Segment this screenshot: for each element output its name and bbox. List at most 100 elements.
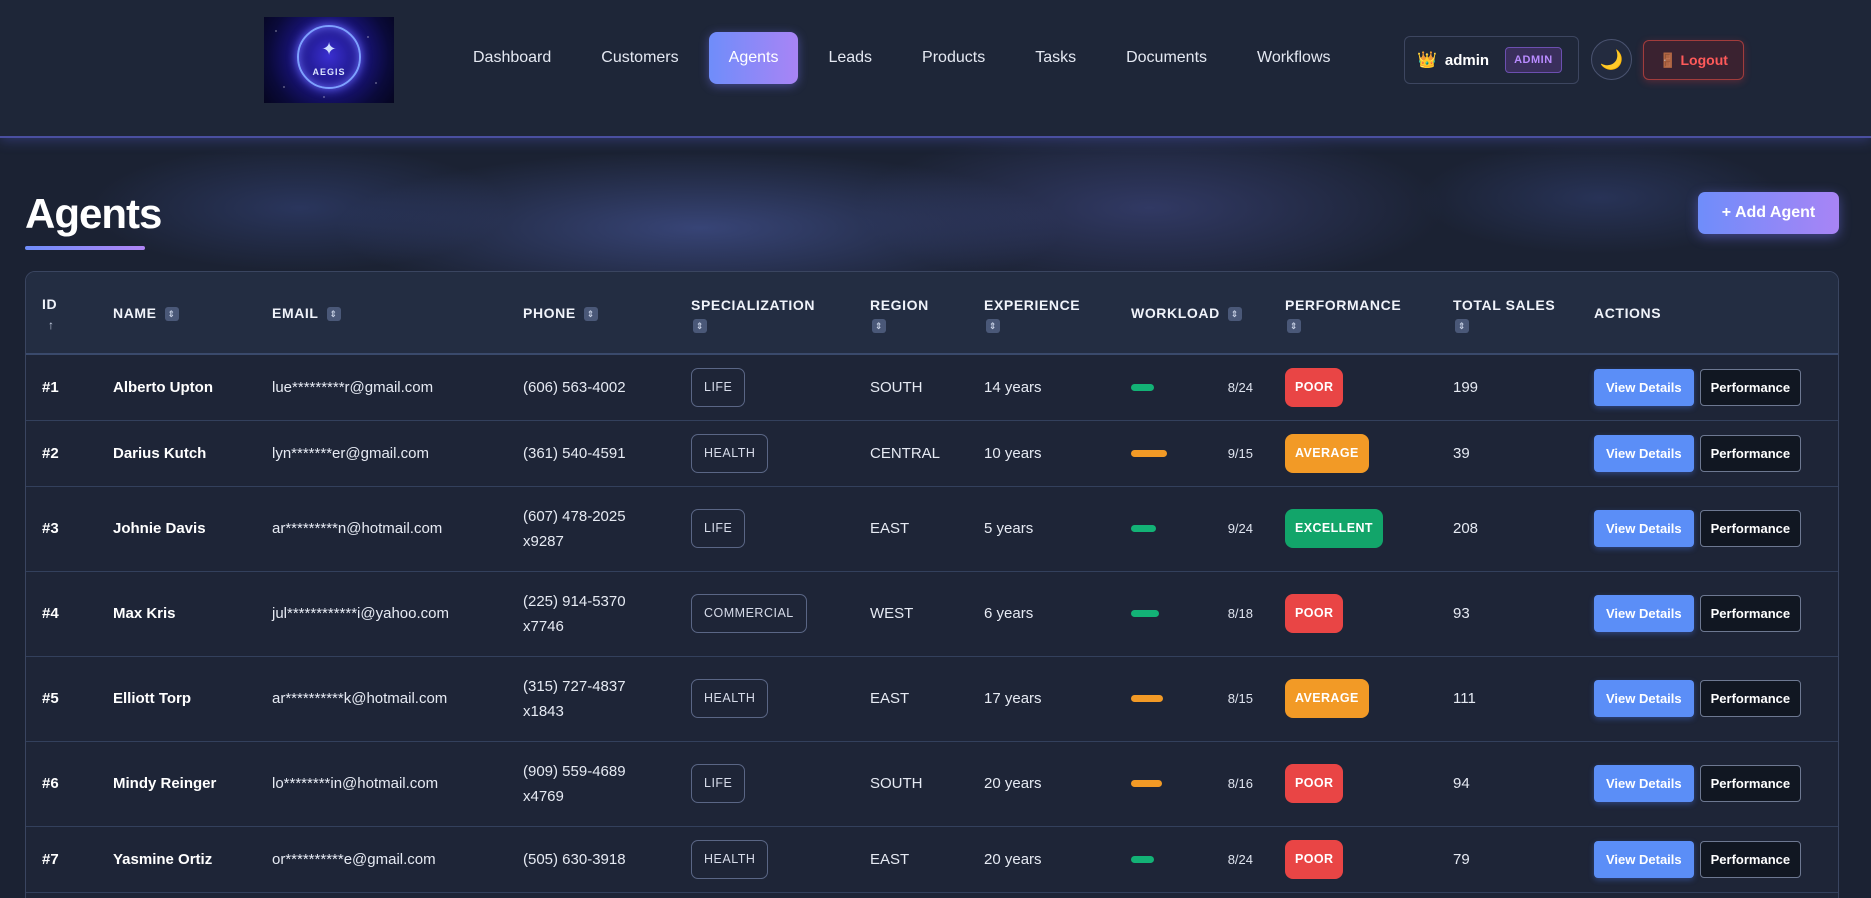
user-info[interactable]: 👑 admin ADMIN <box>1404 36 1579 84</box>
nav-products[interactable]: Products <box>897 32 1010 84</box>
col-specialization[interactable]: SPECIALIZATION ⇕ <box>675 272 854 354</box>
sort-icon[interactable]: ⇕ <box>1227 306 1242 321</box>
performance-button[interactable]: Performance <box>1699 840 1802 878</box>
workload-bar <box>1131 610 1159 617</box>
agent-email: or**********e@gmail.com <box>272 850 436 868</box>
nav-customers[interactable]: Customers <box>576 32 703 84</box>
title-underline <box>25 246 145 250</box>
nav-workflows[interactable]: Workflows <box>1232 32 1356 84</box>
specialization-badge: HEALTH <box>691 679 769 718</box>
view-details-button[interactable]: View Details <box>1594 680 1694 717</box>
agent-experience: 10 years <box>984 444 1042 462</box>
performance-button[interactable]: Performance <box>1699 434 1802 472</box>
workload-bar <box>1131 780 1162 787</box>
table-row: #2 Darius Kutch lyn*******er@gmail.com (361… <box>26 420 1838 486</box>
nav-agents[interactable]: Agents <box>708 32 799 84</box>
table-row: #7 Yasmine Ortiz or**********e@gmail.com (5… <box>26 826 1838 892</box>
specialization-badge: LIFE <box>691 764 746 803</box>
agent-name: Max Kris <box>113 605 176 622</box>
agent-region: EAST <box>870 520 910 537</box>
workload-bar <box>1131 383 1154 391</box>
agent-total-sales: 111 <box>1453 690 1476 707</box>
view-details-button[interactable]: View Details <box>1594 368 1694 406</box>
specialization-badge: COMMERCIAL <box>691 594 807 633</box>
performance-button[interactable]: Performance <box>1699 595 1802 632</box>
agent-email: lue*********r@gmail.com <box>272 378 434 396</box>
logout-button[interactable]: 🚪 Logout <box>1643 40 1744 80</box>
agent-region: EAST <box>870 850 910 868</box>
phone-line: (909) 559-4689 <box>523 762 626 780</box>
sort-icon[interactable]: ⇕ <box>1287 318 1301 333</box>
agent-id: #7 <box>42 850 59 868</box>
col-id[interactable]: ID ↑ <box>26 272 97 354</box>
agent-total-sales: 199 <box>1453 378 1479 396</box>
nav-tasks[interactable]: Tasks <box>1010 32 1101 84</box>
phone-line: (607) 478-2025 <box>523 507 626 525</box>
shield-icon: ✦ <box>321 39 337 59</box>
agent-total-sales: 79 <box>1453 850 1470 868</box>
sort-icon[interactable]: ⇕ <box>326 306 341 321</box>
sort-icon[interactable]: ⇕ <box>583 306 598 321</box>
view-details-button[interactable]: View Details <box>1594 765 1694 802</box>
table-row: #5 Elliott Torp ar**********k@hotmail.com (… <box>26 656 1838 741</box>
performance-badge: AVERAGE <box>1285 679 1369 718</box>
agent-specialization-cell: COMMERCIAL <box>675 571 854 656</box>
sort-icon[interactable]: ⇕ <box>872 318 886 333</box>
agent-name: Mindy Reinger <box>113 775 217 792</box>
agent-name: Johnie Davis <box>113 520 206 537</box>
agent-total-sales: 94 <box>1453 775 1470 792</box>
col-email-label: EMAIL <box>272 304 319 321</box>
agent-phone: (361) 540-4591 <box>507 420 675 486</box>
view-details-button[interactable]: View Details <box>1594 434 1694 472</box>
agents-table-body: #1 Alberto Upton lue*********r@gmail.com (6… <box>26 354 1838 892</box>
view-details-button[interactable]: View Details <box>1594 840 1694 878</box>
sort-icon[interactable]: ⇕ <box>986 318 1000 333</box>
performance-button[interactable]: Performance <box>1699 368 1802 406</box>
agent-total-sales: 39 <box>1453 444 1470 462</box>
agent-actions: View Details Performance <box>1578 486 1838 571</box>
nav-leads[interactable]: Leads <box>803 32 897 84</box>
agent-phone: (315) 727-4837 x1843 <box>507 656 675 741</box>
view-details-button[interactable]: View Details <box>1594 595 1694 632</box>
sort-icon[interactable]: ⇕ <box>164 306 179 321</box>
col-region[interactable]: REGION ⇕ <box>854 272 968 354</box>
performance-button[interactable]: Performance <box>1699 510 1802 547</box>
col-actions-label: ACTIONS <box>1594 304 1662 321</box>
col-performance[interactable]: PERFORMANCE ⇕ <box>1269 272 1437 354</box>
role-badge: ADMIN <box>1505 47 1562 73</box>
col-phone[interactable]: PHONE ⇕ <box>507 272 675 354</box>
sort-icon[interactable]: ⇕ <box>693 318 707 333</box>
col-name[interactable]: NAME ⇕ <box>97 272 256 354</box>
workload-text: 8/16 <box>1227 776 1253 791</box>
nav-dashboard[interactable]: Dashboard <box>448 32 576 84</box>
col-email[interactable]: EMAIL ⇕ <box>256 272 507 354</box>
col-experience[interactable]: EXPERIENCE ⇕ <box>968 272 1115 354</box>
aegis-logo[interactable]: ✦ AEGIS <box>264 17 394 103</box>
performance-button[interactable]: Performance <box>1699 765 1802 802</box>
workload-bar <box>1131 449 1167 457</box>
agent-region: WEST <box>870 605 914 622</box>
phone-line: x4769 <box>523 787 564 805</box>
door-icon: 🚪 <box>1659 51 1677 68</box>
agent-workload-cell: 9/15 <box>1115 420 1269 486</box>
col-specialization-label: SPECIALIZATION <box>691 296 816 313</box>
page-title: Agents <box>25 190 162 237</box>
theme-toggle-button[interactable]: 🌙 <box>1591 39 1632 80</box>
agent-workload-cell: 8/24 <box>1115 354 1269 420</box>
agent-region: CENTRAL <box>870 444 941 462</box>
agent-email: lyn*******er@gmail.com <box>272 444 429 462</box>
agent-experience: 14 years <box>984 378 1042 396</box>
sort-asc-icon[interactable]: ↑ <box>42 316 97 334</box>
sort-icon[interactable]: ⇕ <box>1455 318 1469 333</box>
agent-performance-cell: AVERAGE <box>1269 420 1437 486</box>
workload-text: 8/15 <box>1227 691 1253 706</box>
col-total-sales[interactable]: TOTAL SALES ⇕ <box>1437 272 1578 354</box>
col-workload[interactable]: WORKLOAD ⇕ <box>1115 272 1269 354</box>
add-agent-button[interactable]: + Add Agent <box>1698 192 1839 234</box>
nav-documents[interactable]: Documents <box>1101 32 1232 84</box>
workload-bar <box>1131 695 1163 702</box>
workload-indicator: 8/18 <box>1131 601 1253 626</box>
view-details-button[interactable]: View Details <box>1594 510 1694 547</box>
agent-email: lo********in@hotmail.com <box>272 775 439 792</box>
performance-button[interactable]: Performance <box>1699 680 1802 717</box>
